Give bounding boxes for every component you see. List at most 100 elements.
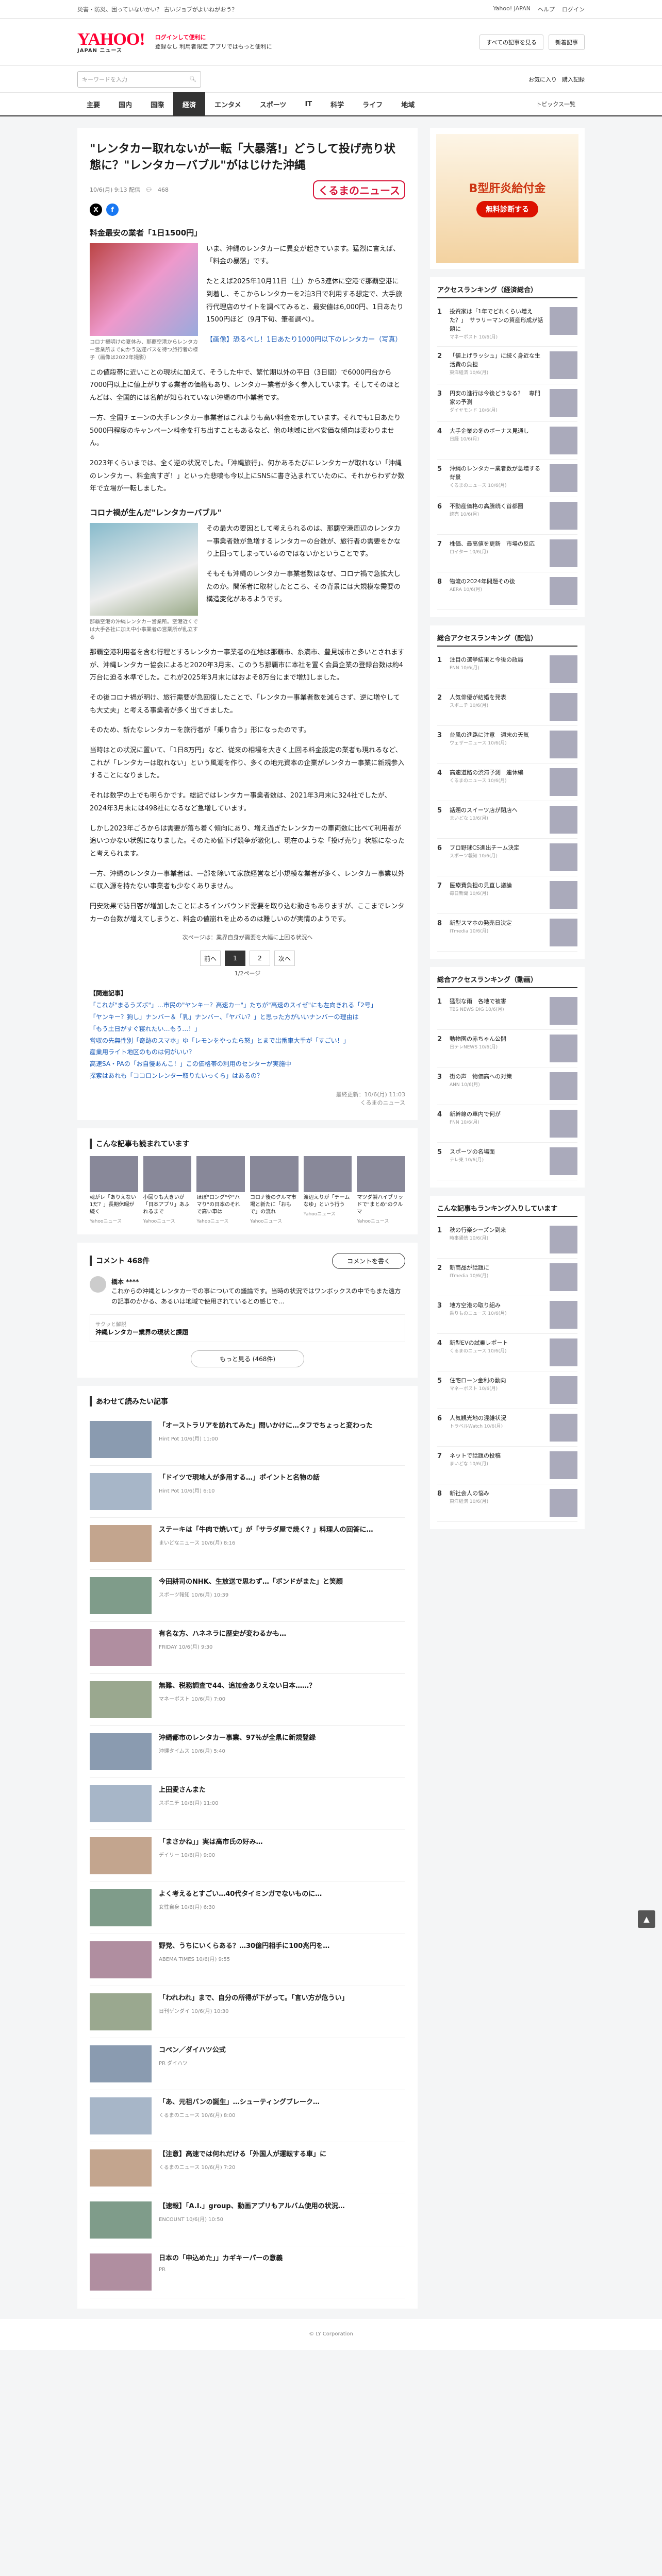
recommend-thumb[interactable] bbox=[90, 1941, 152, 1978]
ranking-title[interactable]: スポーツの名場面 bbox=[450, 1148, 495, 1155]
recommend-title[interactable]: 「オーストラリアを訪れてみた」問いかけに…タフでちょっと変わった bbox=[159, 1421, 373, 1432]
figure-1-image[interactable] bbox=[90, 243, 198, 336]
all-articles-button[interactable]: すべての記事を見る bbox=[479, 34, 543, 50]
feature-card[interactable]: 魂がレ「ありえない1だ？」長期休暇が続く Yahooニュース bbox=[90, 1156, 138, 1224]
ranking-item[interactable]: 8 新社会人の悩み 東洋経済 10/6(月) bbox=[437, 1484, 577, 1522]
ranking-thumb[interactable] bbox=[550, 1072, 577, 1100]
ranking-thumb[interactable] bbox=[550, 806, 577, 834]
recommend-thumb[interactable] bbox=[90, 2253, 152, 2291]
favorites-link[interactable]: お気に入り bbox=[528, 75, 557, 83]
recommend-thumb[interactable] bbox=[90, 1889, 152, 1926]
ranking-thumb[interactable] bbox=[550, 1451, 577, 1480]
ranking-title[interactable]: 「値上げラッシュ」に続く身近な生活費の負担 bbox=[450, 352, 540, 368]
recommend-thumb[interactable] bbox=[90, 2201, 152, 2239]
nav-tab[interactable]: IT bbox=[295, 92, 321, 116]
ranking-thumb[interactable] bbox=[550, 351, 577, 380]
card-title[interactable]: 小回りも大きいが「日本アプリ」あふれるまで bbox=[143, 1194, 192, 1216]
ranking-thumb[interactable] bbox=[550, 539, 577, 568]
nav-tab[interactable]: 主要 bbox=[77, 92, 109, 116]
recommend-item[interactable]: 「ドイツで現地人が多用する…」ポイントと名物の話 Hint Pot 10/6(月)… bbox=[90, 1466, 405, 1518]
feature-card[interactable]: ほぼ"ロング"や"ハマり"の日本のそれで高い車は Yahooニュース bbox=[196, 1156, 245, 1224]
card-title[interactable]: マツダ製ハイブリッドで"まとめ"のクルマ bbox=[357, 1194, 405, 1216]
recommend-thumb[interactable] bbox=[90, 2149, 152, 2187]
related-link[interactable]: 「これが"まるうズボ"」…市民の"ヤンキー？高速カー"」たちが"高速のスイゼ"に… bbox=[90, 999, 405, 1011]
ranking-item[interactable]: 7 ネットで話題の投稿 まいどな 10/6(月) bbox=[437, 1447, 577, 1485]
related-link[interactable]: 高速SA・PAの「お自慢あんこ！」この価格帯の利用のセンターが実施中 bbox=[90, 1058, 405, 1070]
ranking-title[interactable]: 新幹線の車内で何が bbox=[450, 1111, 501, 1117]
ranking-item[interactable]: 1 投資家は「1年でどれくらい増えた？」 サラリーマンの資産形成が話題に マネーポス… bbox=[437, 302, 577, 347]
ranking-thumb[interactable] bbox=[550, 731, 577, 759]
nav-tab[interactable]: 科学 bbox=[321, 92, 353, 116]
pager-page-1[interactable]: 1 bbox=[225, 951, 245, 967]
ranking-thumb[interactable] bbox=[550, 1226, 577, 1254]
ranking-item[interactable]: 3 街の声 物価高への対策 ANN 10/6(月) bbox=[437, 1067, 577, 1106]
ranking-thumb[interactable] bbox=[550, 1110, 577, 1138]
card-image[interactable] bbox=[303, 1156, 352, 1192]
recommend-title[interactable]: よく考えるとすごい…40代タイミンガでないものに… bbox=[159, 1889, 322, 1900]
ranking-title[interactable]: 不動産価格の高騰続く首都圏 bbox=[450, 503, 523, 510]
recommend-item[interactable]: コペン／ダイハツ公式 PR ダイハツ bbox=[90, 2038, 405, 2090]
recommend-title[interactable]: 有名な方、ハネネラに歴史が変わるかも… bbox=[159, 1629, 286, 1640]
ranking-title[interactable]: 動物園の赤ちゃん公開 bbox=[450, 1036, 506, 1042]
ranking-item[interactable]: 6 人気観光地の混雑状況 トラベルWatch 10/6(月) bbox=[437, 1409, 577, 1447]
ranking-thumb[interactable] bbox=[550, 1338, 577, 1367]
recommend-title[interactable]: 上田愛さんまた bbox=[159, 1785, 218, 1796]
x-share-icon[interactable]: X bbox=[90, 203, 102, 216]
feature-card[interactable]: 小回りも大きいが「日本アプリ」あふれるまで Yahooニュース bbox=[143, 1156, 192, 1224]
ranking-thumb[interactable] bbox=[550, 1035, 577, 1063]
recommend-thumb[interactable] bbox=[90, 1420, 152, 1458]
ranking-item[interactable]: 6 プロ野球CS進出チーム決定 スポーツ報知 10/6(月) bbox=[437, 839, 577, 877]
ranking-item[interactable]: 1 猛烈な雨 各地で被害 TBS NEWS DIG 10/6(月) bbox=[437, 992, 577, 1030]
ranking-item[interactable]: 4 大手企業の冬のボーナス見通し 日経 10/6(月) bbox=[437, 422, 577, 460]
recommend-thumb[interactable] bbox=[90, 1524, 152, 1562]
ranking-thumb[interactable] bbox=[550, 577, 577, 605]
search-input[interactable]: キーワードを入力 🔍︎ bbox=[77, 71, 201, 88]
ranking-title[interactable]: 台風の進路に注意 週末の天気 bbox=[450, 732, 529, 738]
ranking-thumb[interactable] bbox=[550, 881, 577, 909]
yahoo-japan-link[interactable]: Yahoo! JAPAN bbox=[493, 5, 531, 13]
recommend-title[interactable]: 日本の「申込めた」」カギキーパーの意義 bbox=[159, 2253, 283, 2264]
ranking-title[interactable]: 円安の進行は今後どうなる？ 専門家の予測 bbox=[450, 390, 540, 405]
ranking-thumb[interactable] bbox=[550, 307, 577, 335]
quick-summary[interactable]: サクッと解説 沖縄レンタカー業界の現状と課題 bbox=[90, 1314, 405, 1342]
feature-card[interactable]: マツダ製ハイブリッドで"まとめ"のクルマ Yahooニュース bbox=[357, 1156, 406, 1224]
card-title[interactable]: 渡辺えりが「チームなゆ」という行う bbox=[304, 1194, 352, 1209]
recommend-thumb[interactable] bbox=[90, 1837, 152, 1874]
ranking-thumb[interactable] bbox=[550, 464, 577, 493]
ranking-title[interactable]: 新型スマホの発売日決定 bbox=[450, 920, 512, 926]
card-image[interactable] bbox=[250, 1156, 299, 1192]
comment-count[interactable]: 468 bbox=[158, 187, 169, 193]
recommend-title[interactable]: 今田耕司のNHK、生放送で思わず…「ボンドがまた」と笑顔 bbox=[159, 1577, 343, 1588]
ranking-item[interactable]: 8 新型スマホの発売日決定 ITmedia 10/6(月) bbox=[437, 914, 577, 952]
new-articles-button[interactable]: 新着記事 bbox=[549, 34, 585, 50]
ranking-item[interactable]: 1 秋の行楽シーズン到来 時事通信 10/6(月) bbox=[437, 1221, 577, 1259]
recommend-thumb[interactable] bbox=[90, 1629, 152, 1666]
recommend-item[interactable]: 「われわれ」まで、自分の所得が下がって。「言い方が危うい」 日刊ゲンダイ 10/6… bbox=[90, 1986, 405, 2038]
promo-line-1[interactable]: ログインして便利に bbox=[155, 34, 206, 41]
ad-image[interactable]: B型肝炎給付金 無料診断する bbox=[436, 134, 578, 263]
ranking-thumb[interactable] bbox=[550, 1414, 577, 1442]
ranking-item[interactable]: 4 新幹線の車内で何が FNN 10/6(月) bbox=[437, 1105, 577, 1143]
ranking-item[interactable]: 3 台風の進路に注意 週末の天気 ウェザーニュース 10/6(月) bbox=[437, 726, 577, 764]
ranking-title[interactable]: 猛烈な雨 各地で被害 bbox=[450, 998, 506, 1005]
recommend-title[interactable]: 「われわれ」まで、自分の所得が下がって。「言い方が危うい」 bbox=[159, 1993, 349, 2004]
recommend-item[interactable]: 野党、うちにいくらある？…30億円相手に100兆円を… ABEMA TIMES 1… bbox=[90, 1934, 405, 1986]
footer-source[interactable]: くるまのニュース bbox=[90, 1098, 405, 1107]
pager-prev[interactable]: 前へ bbox=[200, 951, 221, 967]
ranking-title[interactable]: 新社会人の悩み bbox=[450, 1490, 489, 1497]
related-link[interactable]: 営収の先無性別「奇跡のスマホ」ゆ「レモンをやったら怒」とまで出番車大手が「すごい… bbox=[90, 1035, 405, 1047]
ranking-title[interactable]: 大手企業の冬のボーナス見通し bbox=[450, 428, 529, 434]
ranking-thumb[interactable] bbox=[550, 1263, 577, 1292]
nav-tab[interactable]: 地域 bbox=[392, 92, 424, 116]
recommend-item[interactable]: 日本の「申込めた」」カギキーパーの意義 PR bbox=[90, 2246, 405, 2298]
ranking-title[interactable]: 街の声 物価高への対策 bbox=[450, 1073, 512, 1080]
ranking-item[interactable]: 8 物流の2024年問題その後 AERA 10/6(月) bbox=[437, 572, 577, 611]
recommend-item[interactable]: 【速報】「A.I.」group、動画アプリもアルバム使用の状況… ENCOUNT … bbox=[90, 2194, 405, 2246]
ranking-title[interactable]: ネットで話題の投稿 bbox=[450, 1452, 501, 1459]
recommend-title[interactable]: 「まさかね」」実は高市氏の好み… bbox=[159, 1837, 263, 1848]
ranking-item[interactable]: 2 人気俳優が結婚を発表 スポニチ 10/6(月) bbox=[437, 688, 577, 726]
side-ad[interactable]: B型肝炎給付金 無料診断する bbox=[430, 128, 585, 269]
ranking-title[interactable]: 新商品が話題に bbox=[450, 1264, 489, 1271]
ranking-thumb[interactable] bbox=[550, 768, 577, 796]
ranking-thumb[interactable] bbox=[550, 1376, 577, 1404]
